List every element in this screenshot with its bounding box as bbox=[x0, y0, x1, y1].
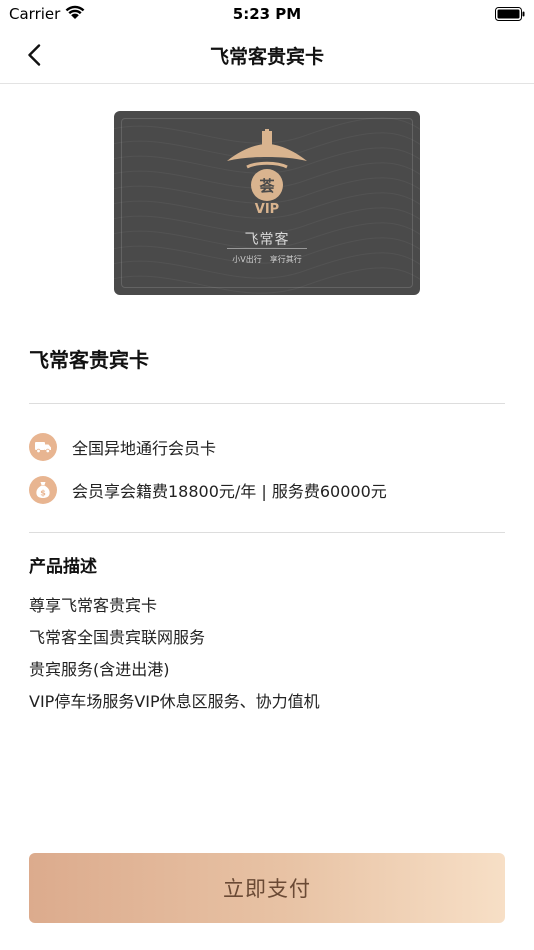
delivery-truck-icon bbox=[29, 433, 57, 461]
page-title: 飞常客贵宾卡 bbox=[209, 46, 324, 68]
divider bbox=[29, 532, 505, 533]
card-divider bbox=[227, 248, 307, 249]
card-slogan: 小V出行 享行其行 bbox=[232, 255, 302, 264]
description-line: VIP停车场服务VIP休息区服务、协力值机 bbox=[29, 692, 320, 711]
pay-button-label: 立即支付 bbox=[223, 877, 311, 901]
feature-text: 全国异地通行会员卡 bbox=[72, 439, 217, 458]
card-logo-glyph: 荟 bbox=[258, 177, 275, 195]
navigation-bar: 飞常客贵宾卡 bbox=[0, 28, 534, 84]
card-brand-name: 飞常客 bbox=[244, 232, 290, 248]
status-time: 5:23 PM bbox=[232, 5, 302, 23]
vip-logo-emblem: 荟 VIP bbox=[227, 129, 307, 217]
pay-now-button[interactable]: 立即支付 bbox=[29, 853, 505, 923]
feature-text: 会员享会籍费18800元/年 | 服务费60000元 bbox=[72, 482, 387, 501]
feature-item: 全国异地通行会员卡 bbox=[29, 432, 216, 462]
vip-card-image: 荟 VIP 飞常客 小V出行 享行其行 bbox=[114, 111, 420, 295]
description-line: 飞常客全国贵宾联网服务 bbox=[29, 628, 206, 647]
feature-item: $ 会员享会籍费18800元/年 | 服务费60000元 bbox=[29, 475, 387, 505]
status-bar: Carrier 5:23 PM bbox=[0, 0, 534, 28]
battery-icon bbox=[495, 7, 525, 21]
money-bag-icon: $ bbox=[29, 476, 57, 504]
description-heading: 产品描述 bbox=[29, 557, 97, 577]
description-line: 贵宾服务(含进出港) bbox=[29, 660, 170, 679]
card-vip-badge: VIP bbox=[255, 202, 279, 217]
description-line: 尊享飞常客贵宾卡 bbox=[29, 596, 158, 615]
svg-text:$: $ bbox=[40, 489, 46, 498]
divider bbox=[29, 403, 505, 404]
product-title: 飞常客贵宾卡 bbox=[29, 348, 149, 372]
